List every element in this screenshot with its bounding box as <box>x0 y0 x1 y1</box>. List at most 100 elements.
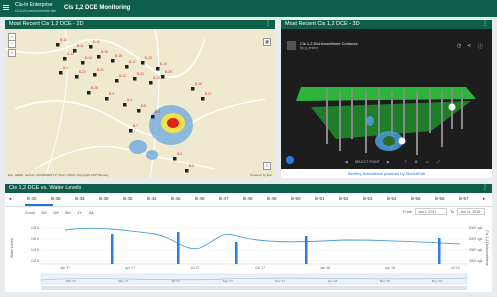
from-date-input[interactable]: Jan 1, 2017 <box>415 208 447 215</box>
sketchfab-link[interactable]: Bentley Subsurface powered by SketchFab <box>281 169 492 178</box>
tabs-next-button[interactable]: ▸ <box>483 196 485 202</box>
well-marker[interactable] <box>173 157 177 161</box>
tab-b50[interactable]: B-50 <box>291 196 301 201</box>
zoom-3m-button[interactable]: 3M <box>65 210 71 215</box>
road <box>14 98 266 138</box>
well-marker[interactable] <box>191 87 195 91</box>
well-marker[interactable] <box>123 103 127 107</box>
share-icon[interactable]: ≺ <box>467 43 471 49</box>
tab-b49[interactable]: B-49 <box>267 196 277 201</box>
well-marker[interactable] <box>75 75 79 79</box>
settings-icon[interactable]: ⚙ <box>414 160 417 164</box>
concentration-bar[interactable] <box>177 232 180 264</box>
well-marker[interactable] <box>137 109 141 113</box>
x-tick: Oct '17 <box>255 266 265 270</box>
clock-icon[interactable]: ◷ <box>457 43 461 49</box>
well-marker[interactable] <box>115 79 119 83</box>
tab-b35[interactable]: B-35 <box>123 196 133 201</box>
concentration-bar[interactable] <box>111 234 114 264</box>
menu-icon[interactable] <box>3 5 9 6</box>
zoom-all-button[interactable]: All <box>89 210 93 215</box>
tab-b38[interactable]: B-38 <box>51 196 61 201</box>
model-3d-viewer[interactable]: Cis 1,2 Dichloroethene Contours by g_ent… <box>281 29 492 169</box>
y-right-tick: 6000 ug/L <box>469 237 483 241</box>
vr-icon[interactable]: ▭ <box>426 160 429 164</box>
well-marker[interactable] <box>111 59 115 63</box>
tab-b42[interactable]: B-42 <box>147 196 157 201</box>
map-view[interactable]: B-10 B-11 B-12 B-13 B-14 B-15 B-16 B-17 B-18 B-19… <box>5 29 275 178</box>
x-tick: Jul '18 <box>450 266 459 270</box>
tab-b30[interactable]: B-30 <box>27 196 37 201</box>
well-marker[interactable] <box>156 67 160 71</box>
basemap-button[interactable]: ▦ <box>263 38 271 46</box>
well-marker[interactable] <box>56 43 60 47</box>
well-marker[interactable] <box>97 55 101 59</box>
tab-b56[interactable]: B-56 <box>435 196 445 201</box>
tab-b47[interactable]: B-47 <box>219 196 229 201</box>
well-marker[interactable] <box>105 97 109 101</box>
help-icon[interactable]: ? <box>405 160 407 164</box>
well-marker[interactable] <box>161 75 165 79</box>
well-marker[interactable] <box>89 45 93 49</box>
well-label: B-25 <box>165 70 172 74</box>
model-options-icon[interactable]: ⋮ <box>482 20 488 29</box>
layers-button[interactable]: ≡ <box>263 162 271 170</box>
tab-b39[interactable]: B-39 <box>99 196 109 201</box>
well-label: B-13 <box>67 52 74 56</box>
fullscreen-icon[interactable]: ⤢ <box>437 160 440 164</box>
model-3d-title: Most Recent Cis 1,2 DCE - 3D <box>285 21 360 27</box>
well-marker[interactable] <box>59 71 63 75</box>
well-label: B-17 <box>129 60 136 64</box>
well-label: B-12 <box>93 40 100 44</box>
next-point-button[interactable]: ▶ <box>387 160 390 164</box>
concentration-bar[interactable] <box>305 236 308 264</box>
concentration-bar[interactable] <box>438 238 441 264</box>
info-icon[interactable]: ⓘ <box>478 43 483 50</box>
well-marker[interactable] <box>81 61 85 65</box>
well-marker[interactable] <box>141 61 145 65</box>
zoom-out-button[interactable]: − <box>8 40 16 48</box>
tab-b48[interactable]: B-48 <box>243 196 253 201</box>
tab-b53[interactable]: B-53 <box>363 196 373 201</box>
tab-b52[interactable]: B-52 <box>339 196 349 201</box>
tab-b45[interactable]: B-45 <box>171 196 181 201</box>
well-marker[interactable] <box>151 115 155 119</box>
well-marker[interactable] <box>129 129 133 133</box>
tab-b33[interactable]: B-33 <box>75 196 85 201</box>
well-marker[interactable] <box>63 57 67 61</box>
tab-b54[interactable]: B-54 <box>387 196 397 201</box>
to-date-input[interactable]: Jun 11, 2018 <box>457 208 485 215</box>
well-marker[interactable] <box>93 73 97 77</box>
zoom-1y-button[interactable]: 1Y <box>77 210 82 215</box>
sketchfab-icon[interactable] <box>286 156 294 164</box>
tab-b57[interactable]: B-57 <box>459 196 469 201</box>
map-attribution: Esri, HERE, Garmin, INCREMENT P, NGA, US… <box>8 173 109 177</box>
well-marker[interactable] <box>149 81 153 85</box>
chart-options-icon[interactable]: ⋮ <box>482 184 488 193</box>
well-marker[interactable] <box>201 97 205 101</box>
map-options-icon[interactable]: ⋮ <box>265 20 271 29</box>
well-marker[interactable] <box>185 169 189 173</box>
x-tick: Jul '17 <box>190 266 199 270</box>
plume-secondary <box>146 150 158 160</box>
chart-area[interactable]: 128 ft 126 ft 124 ft 122 ft 8000 ug/L 6000 ug… <box>5 218 492 292</box>
scrollbar-track[interactable] <box>41 286 467 290</box>
tab-b55[interactable]: B-55 <box>411 196 421 201</box>
home-button[interactable]: ⌂ <box>8 49 16 57</box>
well-label: B-2 <box>63 66 68 70</box>
tab-b46[interactable]: B-46 <box>195 196 205 201</box>
y-right-tick: 8000 ug/L <box>469 226 483 230</box>
prev-point-button[interactable]: ◀ <box>345 160 348 164</box>
zoom-1m-button[interactable]: 1M <box>41 210 47 215</box>
concentration-bar[interactable] <box>235 242 238 264</box>
tab-b51[interactable]: B-51 <box>315 196 325 201</box>
well-marker[interactable] <box>87 91 91 95</box>
map-panel-title: Most Recent Cis 1,2 DCE - 2D <box>9 21 84 27</box>
annotation-marker[interactable] <box>398 137 406 145</box>
well-marker[interactable] <box>125 65 129 69</box>
zoom-1m-button[interactable]: 1M <box>53 210 59 215</box>
well-marker[interactable] <box>133 77 137 81</box>
tabs-prev-button[interactable]: ◂ <box>9 196 11 202</box>
model-3d-header: Most Recent Cis 1,2 DCE - 3D ⋮ <box>281 20 492 29</box>
annotation-marker[interactable] <box>448 103 456 111</box>
